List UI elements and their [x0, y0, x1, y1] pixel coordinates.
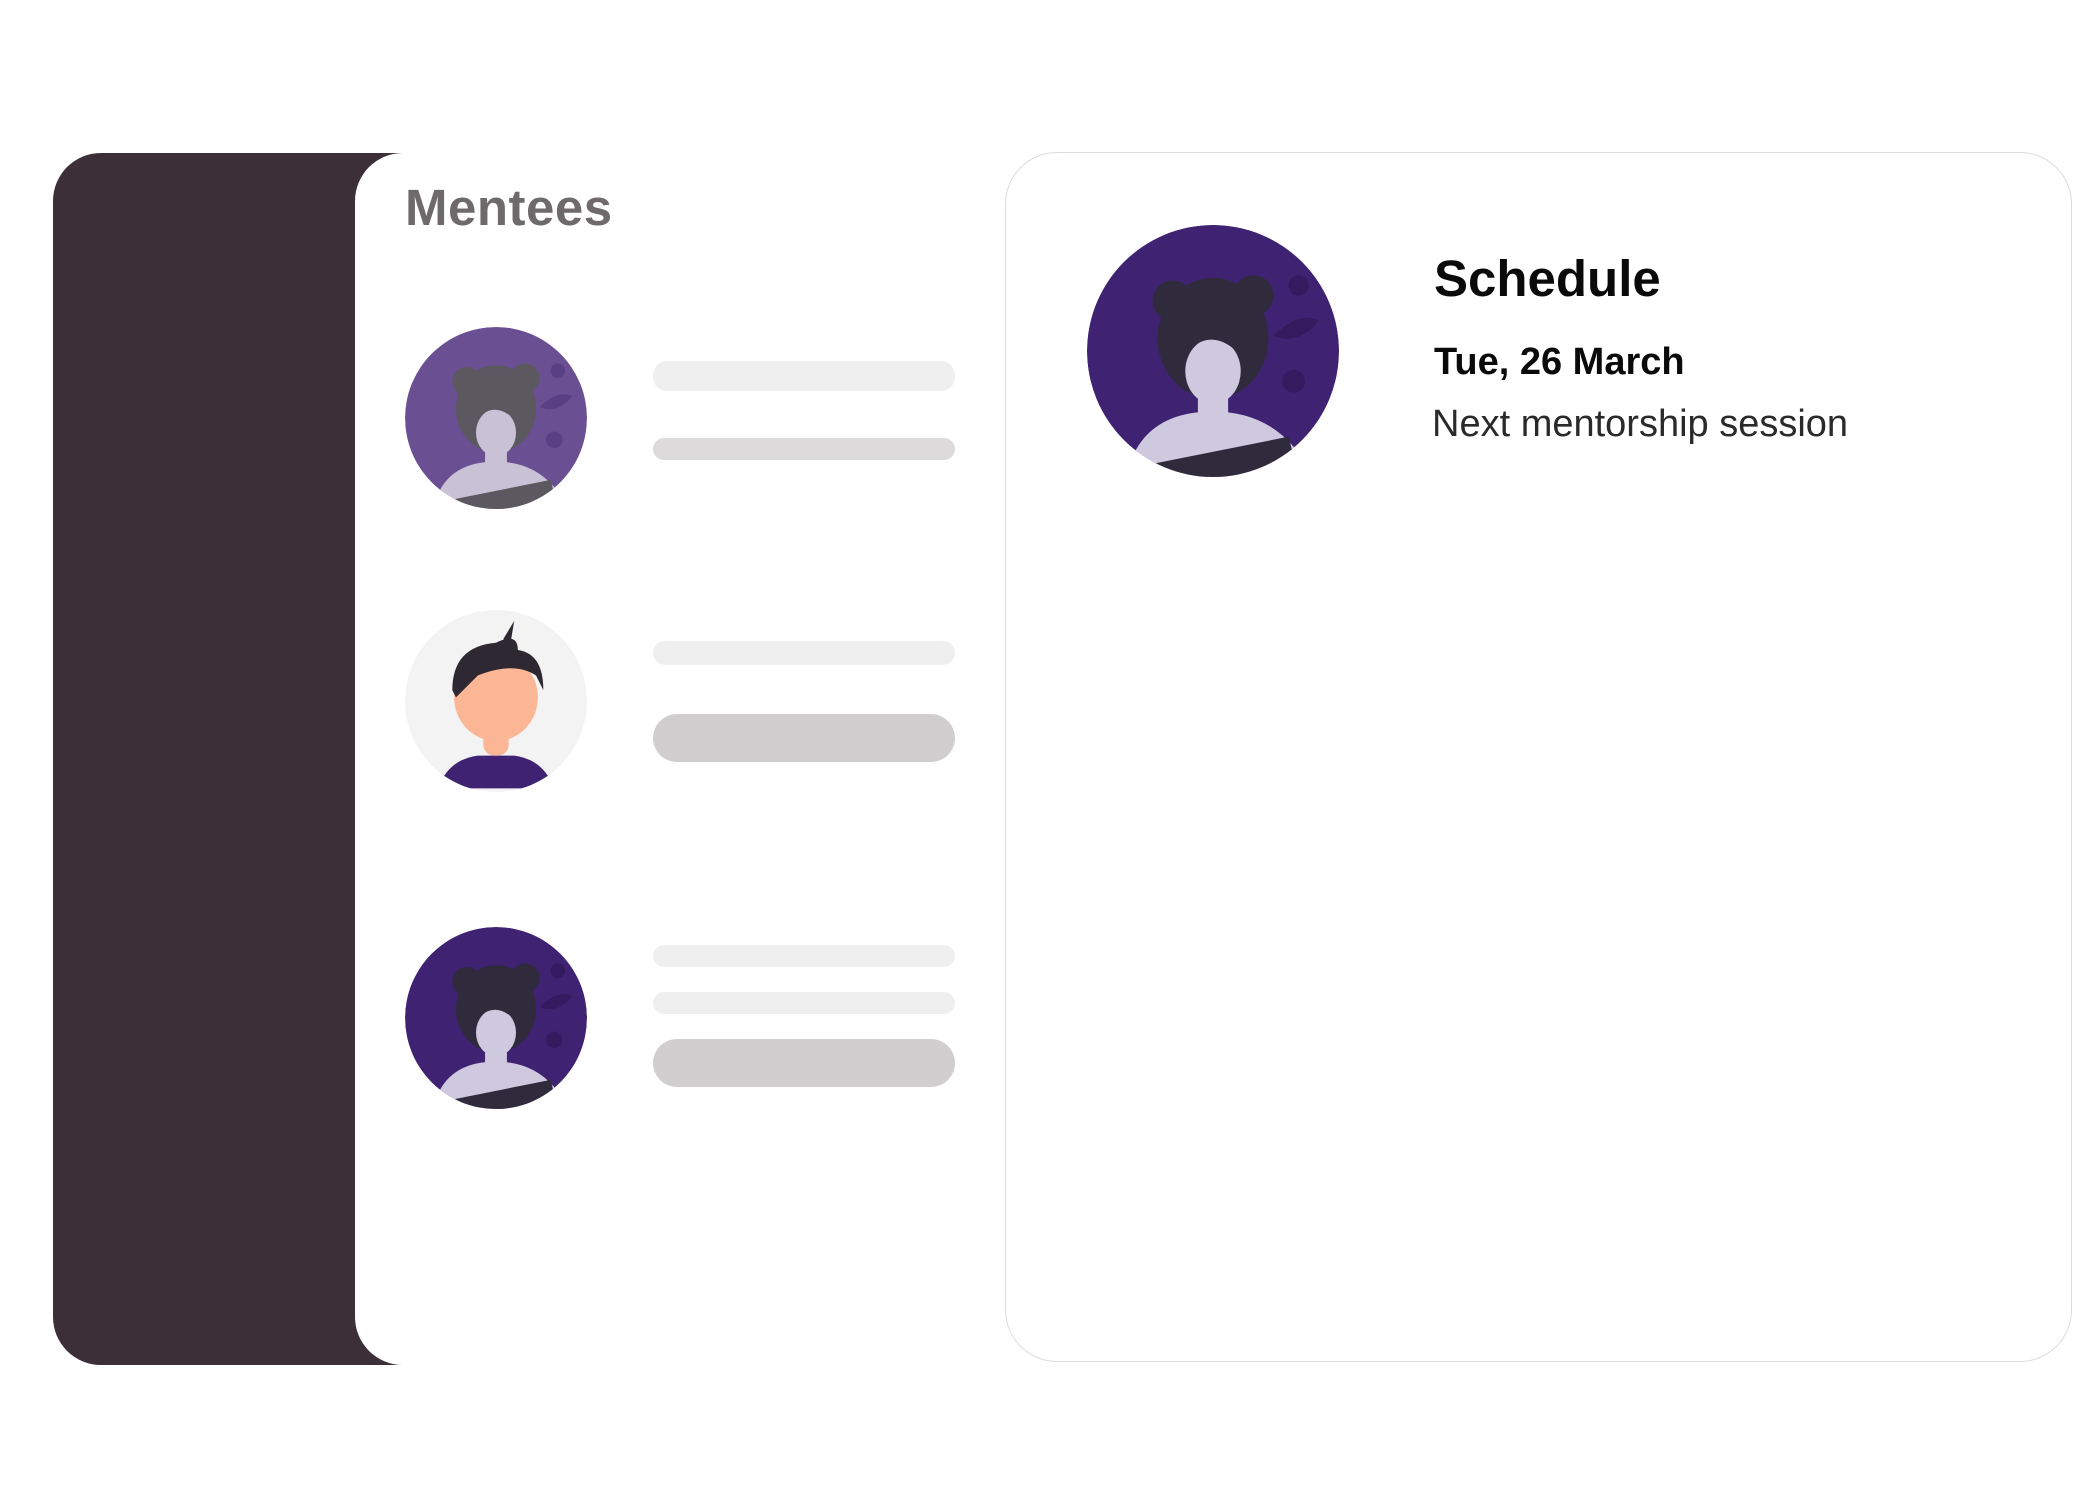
name-placeholder: [653, 641, 955, 665]
detail-placeholder: [653, 438, 955, 460]
woman-with-buns-avatar-icon: [1087, 225, 1339, 477]
session-subtitle: Next mentorship session: [1432, 403, 1849, 445]
man-avatar-icon: [405, 610, 587, 792]
mentee-list-item[interactable]: [405, 327, 965, 517]
woman-with-buns-avatar-icon: [405, 327, 587, 509]
mentee-list-item[interactable]: [405, 610, 965, 800]
schedule-title: Schedule: [1434, 250, 1661, 307]
app-stage: Mentees Schedule Tue, 26 March Next ment…: [0, 0, 2100, 1500]
mentee-list-item[interactable]: [405, 927, 965, 1117]
detail-placeholder: [653, 992, 955, 1014]
name-placeholder: [653, 945, 955, 967]
detail-placeholder: [653, 714, 955, 762]
schedule-card: Schedule Tue, 26 March Next mentorship s…: [1005, 152, 2072, 1362]
action-placeholder: [653, 1039, 955, 1087]
woman-with-buns-avatar-icon: [405, 927, 587, 1109]
mentees-title: Mentees: [405, 179, 613, 236]
session-date: Tue, 26 March: [1434, 341, 1685, 383]
name-placeholder: [653, 361, 955, 391]
